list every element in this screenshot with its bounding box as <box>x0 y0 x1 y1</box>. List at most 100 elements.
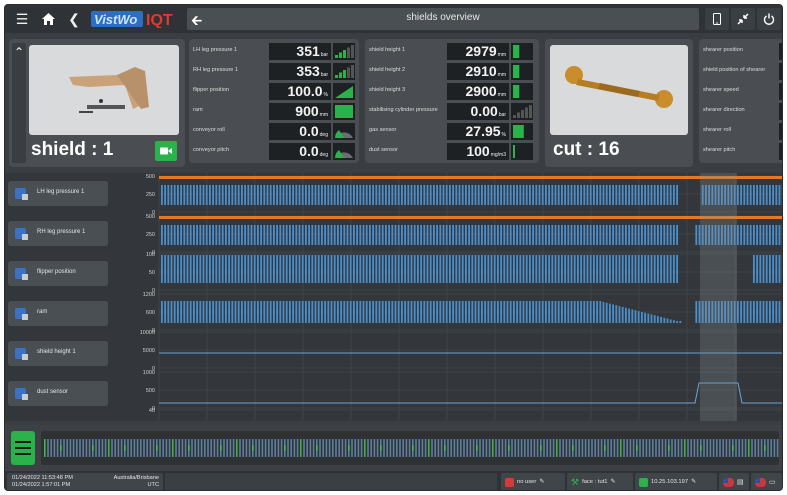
menu-icon[interactable]: ☰ <box>11 5 33 33</box>
ram-bar <box>257 301 259 323</box>
language-button[interactable]: ▤ <box>719 473 749 490</box>
pressure-bar <box>317 225 320 245</box>
face-status[interactable]: ⚒ face : tut1 ✎ <box>567 473 633 490</box>
shield-selector-handle[interactable] <box>11 431 35 465</box>
pressure-bar <box>762 185 765 205</box>
ram-bar <box>474 301 477 323</box>
flipper-bar <box>241 255 243 283</box>
pressure-bar <box>401 225 403 245</box>
shield-tick <box>85 439 88 457</box>
pressure-bar <box>381 225 384 245</box>
tablet-icon[interactable] <box>705 8 729 30</box>
gauge-number: 2979 <box>465 43 497 59</box>
gauge-row[interactable]: shearer roll 0 <box>703 123 782 140</box>
ram-bar <box>669 319 672 323</box>
flipper-bar <box>484 255 486 283</box>
flipper-bar <box>455 255 458 283</box>
gauge-row[interactable]: ram 900mm <box>193 103 363 120</box>
gauge-value: 351bar <box>269 43 331 60</box>
flipper-bar <box>250 255 253 283</box>
pressure-bar <box>522 225 525 245</box>
camera-button[interactable] <box>155 141 177 161</box>
pressure-bar <box>237 185 240 205</box>
network-status[interactable]: 10.25.103.197 ✎ <box>635 473 717 490</box>
pressure-bar <box>429 185 432 205</box>
ram-bar <box>423 301 426 323</box>
pressure-bar <box>490 185 493 205</box>
ram-bar <box>369 301 371 323</box>
gauge-row[interactable]: stabilising cylinder pressure 0.00bar <box>369 103 543 120</box>
pressure-bar <box>276 185 278 205</box>
flipper-bar <box>362 255 365 283</box>
gauge-number: 900 <box>295 103 319 119</box>
pressure-bar <box>660 185 662 205</box>
pressure-bar <box>605 225 608 245</box>
chevron-left-icon[interactable]: ❮ <box>63 5 85 33</box>
flipper-bar <box>564 255 566 283</box>
pressure-bar <box>471 185 474 205</box>
shield-tick <box>69 439 72 457</box>
pressure-bar <box>532 185 534 205</box>
status-bar: 01/24/2022 11:53:48 PM Australia/Brisban… <box>5 471 782 490</box>
ram-bar <box>615 305 618 323</box>
pressure-bar <box>775 225 778 245</box>
gauge-row[interactable]: shearer position 2 <box>703 43 782 60</box>
gauge-row[interactable]: shearer pitch 0 <box>703 143 782 160</box>
home-icon[interactable] <box>37 5 59 33</box>
pressure-bar <box>769 185 771 205</box>
user-status[interactable]: no user ✎ <box>501 473 565 490</box>
clock: 01/24/2022 11:53:48 PM Australia/Brisban… <box>7 473 163 490</box>
power-icon[interactable] <box>757 8 781 30</box>
ram-bar <box>618 306 621 323</box>
shield-tick <box>312 439 315 457</box>
pressure-bar <box>273 185 275 205</box>
gauge-row[interactable]: shield position of shearer 2 <box>703 63 782 80</box>
gauge-label: shield height 2 <box>369 67 406 73</box>
ram-bar <box>282 301 285 323</box>
shield-tick <box>274 439 276 457</box>
y-tick-label: 250 <box>146 192 155 198</box>
gauge-row[interactable]: LH leg pressure 1 351bar <box>193 43 363 60</box>
pressure-bar <box>557 225 560 245</box>
ram-bar <box>586 301 589 323</box>
pressure-bar <box>609 185 611 205</box>
ram-bar <box>193 301 195 323</box>
shield-tick <box>149 439 152 457</box>
ram-bar <box>340 301 342 323</box>
shield-tick <box>511 439 513 457</box>
shield-tick <box>581 439 584 457</box>
pressure-bar <box>362 185 365 205</box>
pressure-bar <box>769 225 771 245</box>
pressure-bar <box>621 225 624 245</box>
gauge-row[interactable]: gas sensor 27.95% <box>369 123 543 140</box>
pressure-bar <box>420 225 422 245</box>
gauge-row[interactable]: shield height 3 2900mm <box>369 83 543 100</box>
gauge-row[interactable]: dust sensor 100mg/m3 <box>369 143 543 160</box>
flipper-bar <box>772 255 774 283</box>
gauge-label: shearer speed <box>703 87 739 93</box>
pressure-bar <box>772 185 774 205</box>
ram-bar <box>468 301 470 323</box>
gauge-row[interactable]: conveyor roll 0.0deg <box>193 123 363 140</box>
ram-bar <box>349 301 352 323</box>
collapse-icon[interactable] <box>731 8 755 30</box>
gauge-row[interactable]: shearer speed 0 <box>703 83 782 100</box>
gauge-row[interactable]: RH leg pressure 1 353bar <box>193 63 363 80</box>
pressure-bar <box>753 185 755 205</box>
flipper-bar <box>500 255 502 283</box>
gauge-row[interactable]: shearer direction <box>703 103 782 120</box>
shield-strip[interactable] <box>41 431 779 465</box>
gauge-row[interactable]: shield height 2 2910mm <box>369 63 543 80</box>
collapse-button[interactable]: ⌃ <box>12 43 26 163</box>
pressure-bar <box>388 185 390 205</box>
ram-bar <box>433 301 435 323</box>
pressure-bar <box>167 185 170 205</box>
gauge-row[interactable]: shield height 1 2979mm <box>369 43 543 60</box>
pressure-bar <box>577 225 579 245</box>
display-button[interactable]: ▭ <box>751 473 782 490</box>
ram-bar <box>570 301 573 323</box>
gauge-row[interactable]: flipper position 100.0% <box>193 83 363 100</box>
gauge-row[interactable]: conveyor pitch 0.0deg <box>193 143 363 160</box>
gauge-unit: bar <box>498 112 506 118</box>
flipper-bar <box>615 255 618 283</box>
